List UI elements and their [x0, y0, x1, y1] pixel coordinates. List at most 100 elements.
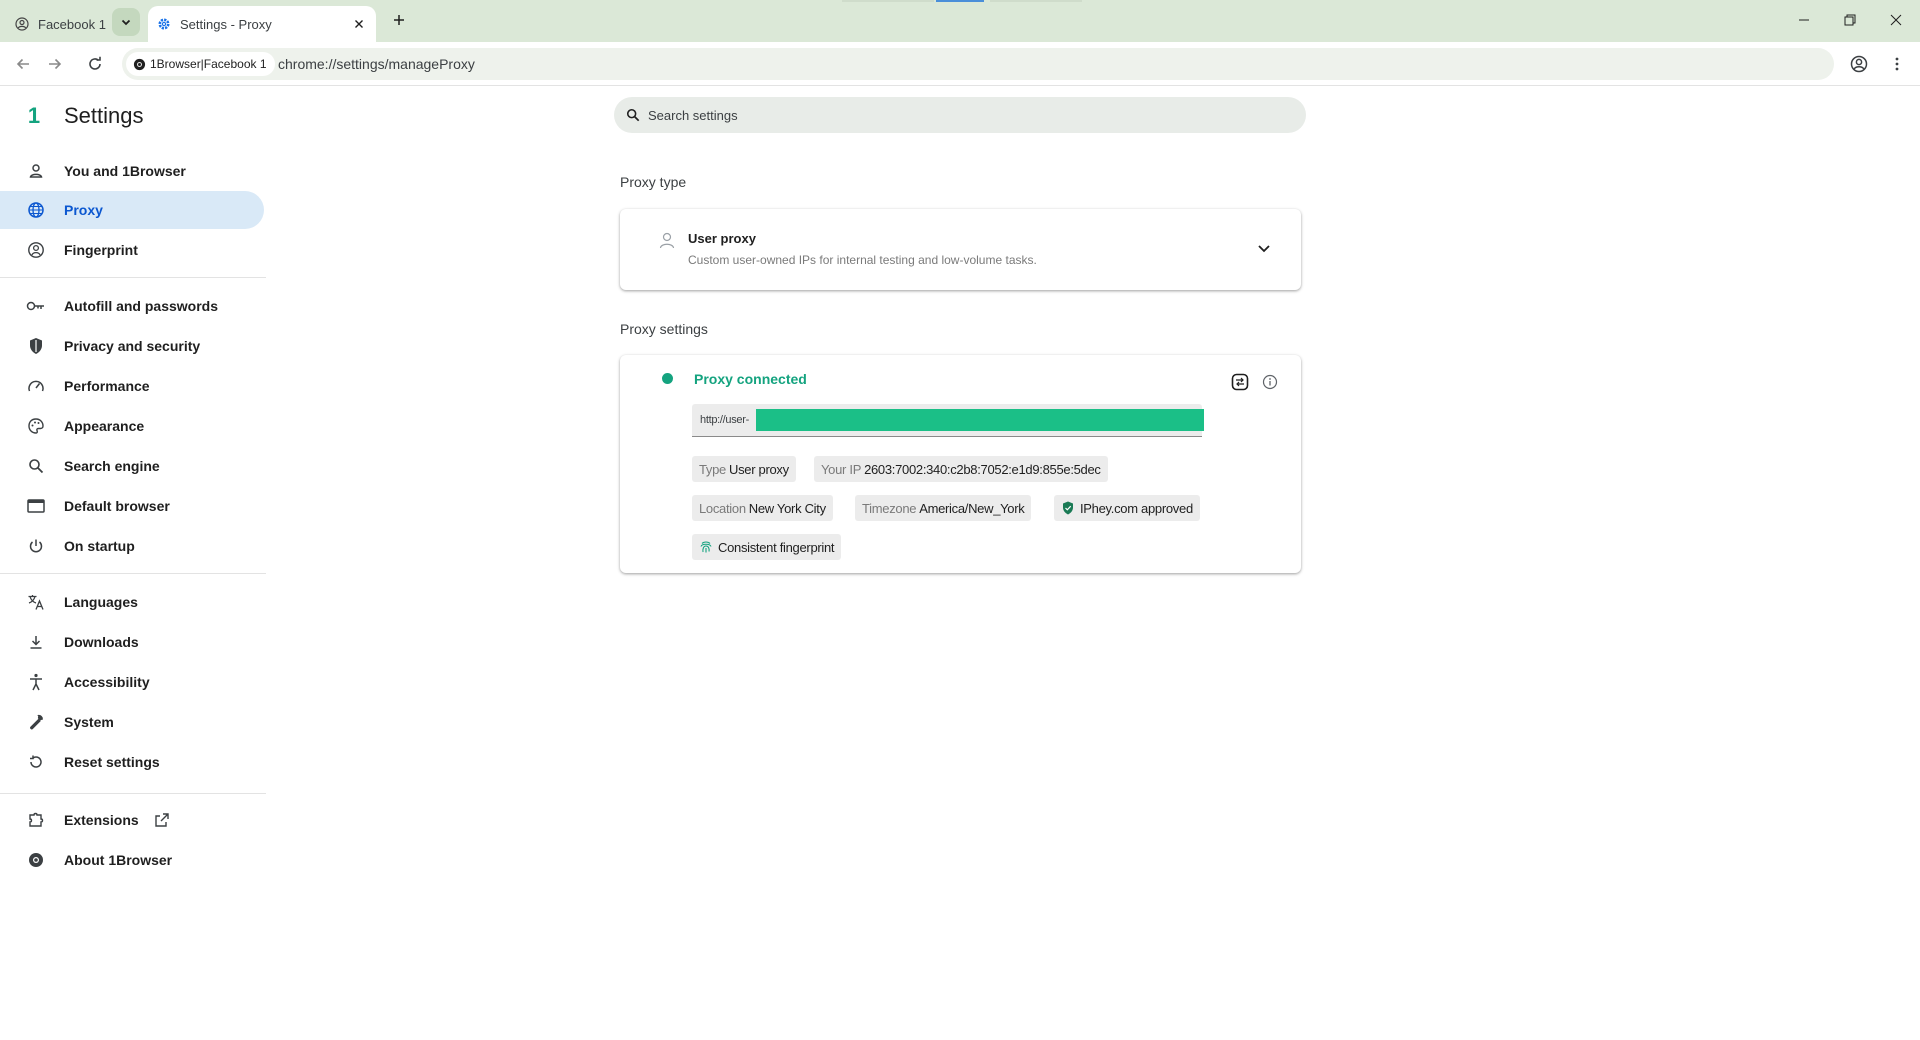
sidebar-item-system[interactable]: System: [0, 703, 264, 741]
sidebar-item-about[interactable]: About 1Browser: [0, 841, 264, 879]
sidebar-item-performance[interactable]: Performance: [0, 367, 264, 405]
url-text[interactable]: chrome://settings/manageProxy: [278, 56, 475, 72]
site-chip-label: 1Browser|Facebook 1: [150, 57, 267, 71]
sidebar-item-fingerprint[interactable]: Fingerprint: [0, 231, 264, 269]
browser-window-icon: [26, 496, 46, 516]
chevron-down-icon[interactable]: [1256, 240, 1272, 256]
restore-button[interactable]: [1827, 0, 1873, 40]
sidebar-item-reset-settings[interactable]: Reset settings: [0, 743, 264, 781]
sidebar-item-label: Fingerprint: [64, 242, 138, 258]
site-info-chip[interactable]: 1Browser|Facebook 1: [126, 52, 275, 76]
drag-indicator: [990, 0, 1082, 2]
reload-icon: [89, 56, 101, 70]
proxy-type-selector[interactable]: User proxy Custom user-owned IPs for int…: [620, 209, 1301, 290]
power-icon: [26, 536, 46, 556]
reset-icon: [26, 752, 46, 772]
ip-chip: Your IP 2603:7002:340:c2b8:7052:e1d9:855…: [814, 456, 1108, 482]
accessibility-icon: [26, 672, 46, 692]
proxy-settings-card: Proxy connected http://user- Type User p…: [620, 355, 1301, 573]
sidebar-divider: [0, 793, 266, 794]
close-icon: [1890, 14, 1902, 26]
arrow-left-icon: [16, 58, 29, 70]
sidebar-item-label: Languages: [64, 594, 138, 610]
search-settings-input[interactable]: Search settings: [614, 97, 1306, 133]
sidebar-item-label: About 1Browser: [64, 852, 173, 868]
tab-facebook[interactable]: Facebook 1: [6, 6, 114, 42]
sidebar-item-accessibility[interactable]: Accessibility: [0, 663, 264, 701]
sidebar-item-proxy[interactable]: Proxy: [0, 191, 264, 229]
tab-settings-proxy[interactable]: Settings - Proxy: [148, 6, 376, 42]
chip-key: Location: [699, 500, 746, 516]
download-icon: [26, 632, 46, 652]
proxy-url-field[interactable]: http://user-: [692, 404, 1204, 437]
chip-value: 2603:7002:340:c2b8:7052:e1d9:855e:5dec: [864, 461, 1101, 477]
tab-title: Settings - Proxy: [180, 16, 272, 32]
drag-indicator: [842, 0, 934, 2]
tab-group-dropdown-button[interactable]: [112, 8, 140, 36]
tab-title: Facebook 1: [38, 16, 106, 32]
forward-button[interactable]: [40, 49, 70, 79]
new-tab-button[interactable]: [388, 9, 410, 31]
profile-button[interactable]: [1846, 51, 1872, 77]
puzzle-icon: [26, 810, 46, 830]
chip-key: Timezone: [862, 500, 917, 516]
fingerprint-icon: [26, 240, 46, 260]
chip-key: Your IP: [821, 461, 862, 477]
sidebar-item-search-engine[interactable]: Search engine: [0, 447, 264, 485]
arrow-right-icon: [49, 58, 62, 70]
address-bar[interactable]: 1Browser|Facebook 1 chrome://settings/ma…: [122, 48, 1834, 80]
info-icon: [1262, 374, 1278, 390]
sidebar-item-label: Privacy and security: [64, 338, 201, 354]
proxy-url-value: http://user-: [700, 414, 749, 426]
sidebar-item-extensions[interactable]: Extensions: [0, 801, 264, 839]
info-logo-icon: [26, 850, 46, 870]
sidebar-item-appearance[interactable]: Appearance: [0, 407, 264, 445]
search-icon: [626, 108, 640, 122]
close-window-button[interactable]: [1873, 0, 1919, 40]
minimize-button[interactable]: [1781, 0, 1827, 40]
sidebar-item-autofill[interactable]: Autofill and passwords: [0, 287, 264, 325]
proxy-settings-heading: Proxy settings: [620, 321, 708, 337]
globe-icon: [26, 200, 46, 220]
sidebar-item-languages[interactable]: Languages: [0, 583, 264, 621]
settings-sidebar: 1 Settings You and 1Browser Proxy Finger…: [0, 87, 268, 1040]
chip-value: New York City: [748, 500, 826, 516]
sidebar-item-label: System: [64, 714, 114, 730]
fingerprint-chip: Consistent fingerprint: [692, 534, 842, 560]
chip-value: IPhey.com approved: [1080, 500, 1193, 516]
proxy-type-name: User proxy: [688, 231, 756, 246]
browser-menu-button[interactable]: [1884, 51, 1910, 77]
timezone-chip: Timezone America/New_York: [855, 495, 1032, 521]
translate-icon: [26, 592, 46, 612]
sidebar-item-label: Search engine: [64, 458, 160, 474]
fingerprint-icon: [699, 540, 713, 554]
plus-icon: [394, 15, 404, 25]
sidebar-item-downloads[interactable]: Downloads: [0, 623, 264, 661]
chip-value: User proxy: [728, 461, 789, 477]
settings-gear-icon: [156, 16, 172, 32]
proxy-info-button[interactable]: [1260, 372, 1280, 392]
approved-chip: IPhey.com approved: [1054, 495, 1200, 521]
app-logo: 1: [27, 103, 41, 128]
location-chip: Location New York City: [692, 495, 833, 521]
sidebar-item-label: You and 1Browser: [64, 163, 186, 179]
close-tab-button[interactable]: [350, 15, 368, 33]
page-title: Settings: [64, 103, 144, 128]
reload-button[interactable]: [80, 49, 110, 79]
close-icon: [355, 20, 363, 28]
shield-check-icon: [1061, 501, 1075, 515]
sidebar-item-default-browser[interactable]: Default browser: [0, 487, 264, 525]
proxy-type-description: Custom user-owned IPs for internal testi…: [688, 253, 1037, 267]
sidebar-item-label: Extensions: [64, 812, 139, 828]
sidebar-item-label: Performance: [64, 378, 150, 394]
chrome-logo-icon: [132, 57, 146, 71]
settings-header: 1 Settings: [22, 103, 144, 129]
profile-icon: [14, 16, 30, 32]
sidebar-item-label: Proxy: [64, 202, 103, 218]
back-button[interactable]: [8, 49, 38, 79]
proxy-action-button[interactable]: [1230, 372, 1250, 392]
drag-indicator-active: [936, 0, 984, 2]
sidebar-item-on-startup[interactable]: On startup: [0, 527, 264, 565]
sidebar-item-privacy[interactable]: Privacy and security: [0, 327, 264, 365]
sidebar-item-you-and-1browser[interactable]: You and 1Browser: [0, 152, 264, 190]
